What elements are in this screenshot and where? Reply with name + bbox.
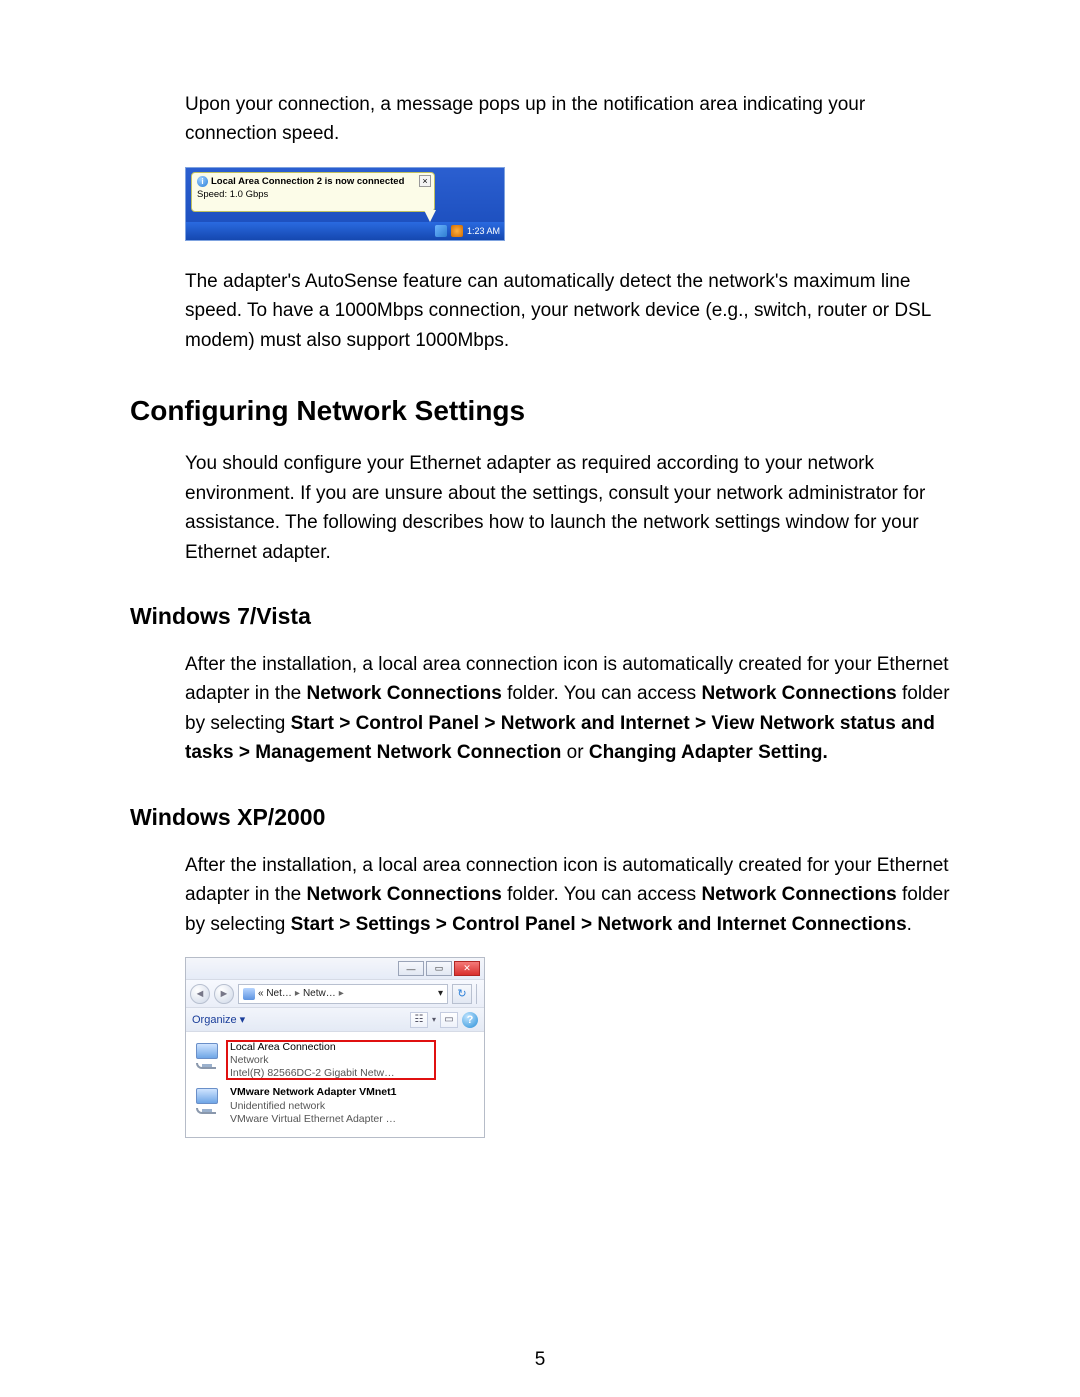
- back-button[interactable]: ◄: [190, 984, 210, 1004]
- text: .: [907, 914, 912, 935]
- view-button[interactable]: ☷: [410, 1012, 428, 1028]
- configure-intro-paragraph: You should configure your Ethernet adapt…: [185, 449, 950, 567]
- network-icon: [243, 988, 255, 1000]
- notification-screenshot: i Local Area Connection 2 is now connect…: [185, 167, 505, 241]
- winxp-paragraph: After the installation, a local area con…: [185, 851, 950, 939]
- item-name: VMware Network Adapter VMnet1: [230, 1086, 396, 1099]
- win7-paragraph: After the installation, a local area con…: [185, 650, 950, 768]
- bold: Network Connections: [306, 884, 501, 905]
- item-device: VMware Virtual Ethernet Adapter …: [230, 1113, 396, 1126]
- balloon-speed-text: Speed: 1.0 Gbps: [197, 189, 429, 200]
- preview-pane-button[interactable]: ▭: [440, 1012, 458, 1028]
- taskbar: 1:23 AM: [186, 222, 504, 240]
- subsection-heading-win7: Windows 7/Vista: [130, 603, 950, 630]
- list-item[interactable]: Local Area Connection Network Intel(R) 8…: [190, 1038, 480, 1083]
- organize-label: Organize: [192, 1014, 237, 1026]
- breadcrumb: Netw…: [303, 988, 336, 999]
- bold: Network Connections: [701, 884, 896, 905]
- window-toolbar: Organize ▾ ☷ ▾ ▭ ?: [186, 1008, 484, 1032]
- chevron-right-icon: ▸: [339, 988, 344, 999]
- list-item[interactable]: VMware Network Adapter VMnet1 Unidentifi…: [190, 1083, 480, 1128]
- help-button[interactable]: ?: [462, 1012, 478, 1028]
- bold: Changing Adapter Setting.: [589, 742, 828, 763]
- info-icon: i: [197, 176, 208, 187]
- tray-shield-icon: [451, 225, 463, 237]
- search-stub: [476, 984, 480, 1004]
- bold: Network Connections: [701, 683, 896, 704]
- connection-list: Local Area Connection Network Intel(R) 8…: [186, 1032, 484, 1137]
- forward-button[interactable]: ►: [214, 984, 234, 1004]
- chevron-right-icon: ▸: [295, 988, 300, 999]
- autosense-paragraph: The adapter's AutoSense feature can auto…: [185, 267, 950, 355]
- text: folder. You can access: [502, 683, 702, 704]
- adapter-icon: [194, 1086, 224, 1114]
- text: folder. You can access: [502, 884, 702, 905]
- text: or: [561, 742, 588, 763]
- organize-menu[interactable]: Organize ▾: [192, 1013, 245, 1026]
- bold: Start > Settings > Control Panel > Netwo…: [291, 914, 907, 935]
- window-navbar: ◄ ► « Net… ▸ Netw… ▸ ▾ ↻: [186, 980, 484, 1008]
- adapter-icon: [194, 1041, 224, 1069]
- taskbar-clock: 1:23 AM: [467, 226, 500, 236]
- balloon-title-text: Local Area Connection 2 is now connected: [211, 176, 404, 187]
- item-name: Local Area Connection: [230, 1041, 395, 1054]
- refresh-button[interactable]: ↻: [452, 984, 472, 1004]
- close-button[interactable]: ✕: [454, 961, 480, 976]
- bold: Network Connections: [306, 683, 501, 704]
- address-bar[interactable]: « Net… ▸ Netw… ▸ ▾: [238, 984, 448, 1004]
- minimize-button[interactable]: —: [398, 961, 424, 976]
- tray-network-icon: [435, 225, 447, 237]
- address-dropdown-icon[interactable]: ▾: [438, 988, 443, 999]
- intro-paragraph: Upon your connection, a message pops up …: [185, 90, 950, 149]
- window-titlebar: — ▭ ✕: [186, 958, 484, 980]
- item-status: Network: [230, 1054, 395, 1067]
- balloon-tail: [424, 210, 436, 222]
- subsection-heading-winxp: Windows XP/2000: [130, 804, 950, 831]
- network-connections-screenshot: — ▭ ✕ ◄ ► « Net… ▸ Netw… ▸ ▾ ↻ Organize …: [185, 957, 485, 1138]
- chevron-down-icon[interactable]: ▾: [432, 1015, 436, 1024]
- page-number: 5: [0, 1349, 1080, 1371]
- maximize-button[interactable]: ▭: [426, 961, 452, 976]
- balloon-close-button[interactable]: ×: [419, 175, 431, 187]
- section-heading: Configuring Network Settings: [130, 395, 950, 427]
- breadcrumb: « Net…: [258, 988, 292, 999]
- notification-balloon: i Local Area Connection 2 is now connect…: [191, 172, 435, 212]
- item-status: Unidentified network: [230, 1100, 396, 1113]
- item-device: Intel(R) 82566DC-2 Gigabit Netw…: [230, 1067, 395, 1080]
- chevron-down-icon: ▾: [240, 1013, 246, 1026]
